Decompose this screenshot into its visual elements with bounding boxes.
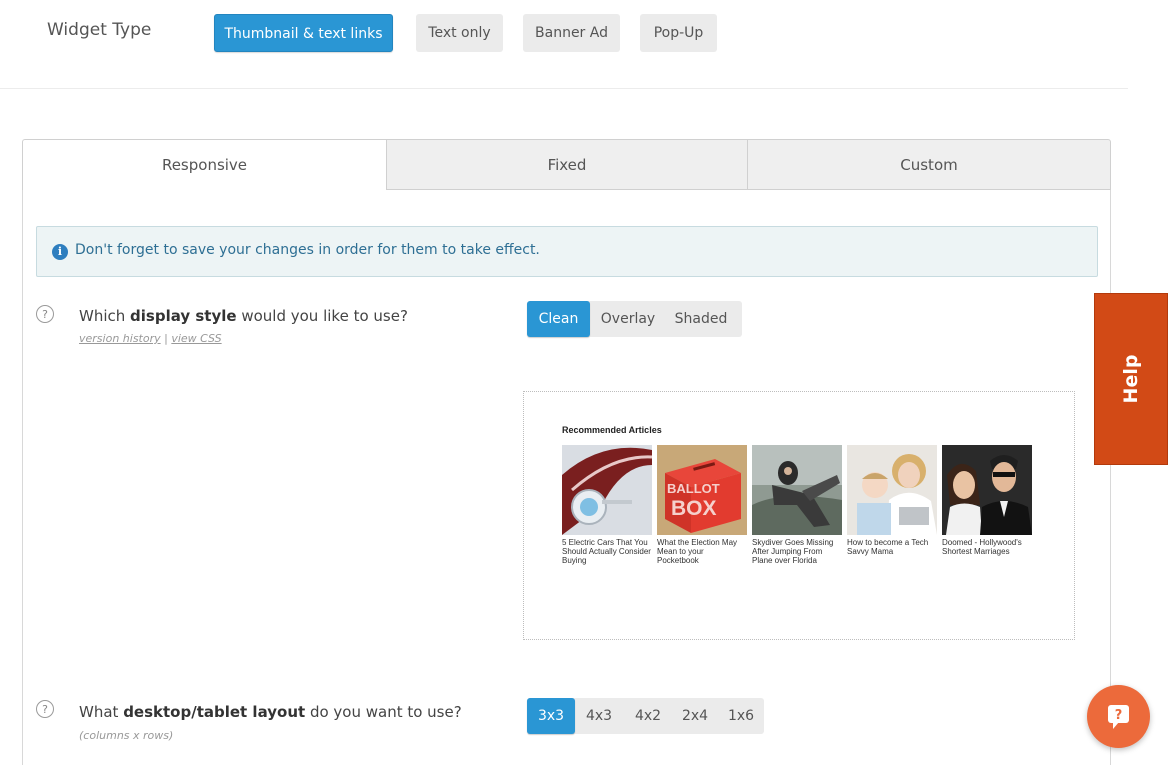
ballot-text-line-2: BOX (671, 497, 717, 520)
chat-question-icon: ? (1108, 705, 1129, 729)
tab-bar: Responsive Fixed Custom (22, 139, 1111, 190)
help-label: Help (1120, 354, 1142, 404)
layout-selector: 3x3 4x3 4x2 2x4 1x6 (527, 698, 764, 734)
layout-4x2-button[interactable]: 4x2 (628, 698, 668, 734)
save-reminder-alert: i Don't forget to save your changes in o… (36, 226, 1098, 277)
preview-article-card[interactable]: Doomed - Hollywood's Shortest Marriages (942, 445, 1032, 556)
display-style-question: Which display style would you like to us… (79, 307, 408, 325)
help-tab[interactable]: Help (1094, 293, 1168, 465)
display-style-overlay-button[interactable]: Overlay (593, 301, 663, 337)
article-thumbnail-celebrity-couple (942, 445, 1032, 535)
display-style-clean-button[interactable]: Clean (527, 301, 590, 337)
preview-title: Recommended Articles (562, 425, 662, 435)
layout-4x3-button[interactable]: 4x3 (579, 698, 619, 734)
layout-question: What desktop/tablet layout do you want t… (79, 703, 462, 721)
view-css-link[interactable]: view CSS (171, 332, 221, 345)
preview-article-card[interactable]: 5 Electric Cars That You Should Actually… (562, 445, 652, 565)
widget-preview: Recommended Articles 5 Electric Cars Tha… (523, 391, 1075, 640)
question-text-suffix: would you like to use? (236, 307, 408, 325)
tab-custom[interactable]: Custom (747, 139, 1111, 190)
info-icon: i (52, 244, 68, 260)
article-caption: How to become a Tech Savvy Mama (847, 538, 929, 556)
layout-3x3-button[interactable]: 3x3 (527, 698, 575, 734)
chat-glyph: ? (1115, 708, 1123, 723)
question-text-bold: display style (130, 307, 237, 325)
widget-type-thumbnail-text-links-button[interactable]: Thumbnail & text links (214, 14, 393, 52)
article-caption: What the Election May Mean to your Pocke… (657, 538, 738, 565)
preview-article-card[interactable]: Skydiver Goes Missing After Jumping From… (752, 445, 842, 565)
panel-border-right (1110, 190, 1111, 765)
alert-text: Don't forget to save your changes in ord… (75, 242, 540, 258)
article-caption: Doomed - Hollywood's Shortest Marriages (942, 538, 1022, 556)
preview-article-card[interactable]: BALLOT BOX What the Election May Mean to… (657, 445, 747, 565)
question-text-prefix: Which (79, 307, 131, 325)
preview-article-card[interactable]: How to become a Tech Savvy Mama (847, 445, 937, 556)
question-text-bold: desktop/tablet layout (123, 703, 306, 721)
question-help-icon[interactable]: ? (36, 305, 54, 323)
chat-button[interactable]: ? (1087, 685, 1150, 748)
display-style-selector: Clean Overlay Shaded (527, 301, 742, 337)
question-help-icon[interactable]: ? (36, 700, 54, 718)
display-style-shaded-button[interactable]: Shaded (665, 301, 737, 337)
tab-fixed[interactable]: Fixed (386, 139, 747, 190)
layout-sub-label: (columns x rows) (79, 729, 174, 742)
widget-type-text-only-button[interactable]: Text only (416, 14, 503, 52)
section-divider (0, 88, 1128, 89)
article-thumbnail-mom-baby (847, 445, 937, 535)
version-history-link[interactable]: version history (79, 332, 161, 345)
widget-type-popup-button[interactable]: Pop-Up (640, 14, 717, 52)
link-separator: | (160, 332, 172, 345)
panel-border-left (22, 190, 23, 765)
ballot-text-line-1: BALLOT (667, 481, 720, 496)
article-thumbnail-ballot-box: BALLOT BOX (657, 445, 747, 535)
question-text-suffix: do you want to use? (305, 703, 462, 721)
display-style-links: version history | view CSS (79, 332, 222, 345)
article-caption: Skydiver Goes Missing After Jumping From… (752, 538, 834, 565)
article-thumbnail-skydiver (752, 445, 842, 535)
article-thumbnail-electric-car (562, 445, 652, 535)
question-text-prefix: What (79, 703, 124, 721)
layout-1x6-button[interactable]: 1x6 (723, 698, 759, 734)
article-caption: 5 Electric Cars That You Should Actually… (562, 538, 651, 565)
widget-type-banner-ad-button[interactable]: Banner Ad (523, 14, 620, 52)
tab-responsive[interactable]: Responsive (22, 139, 386, 190)
layout-2x4-button[interactable]: 2x4 (675, 698, 715, 734)
widget-type-label: Widget Type (47, 20, 152, 40)
